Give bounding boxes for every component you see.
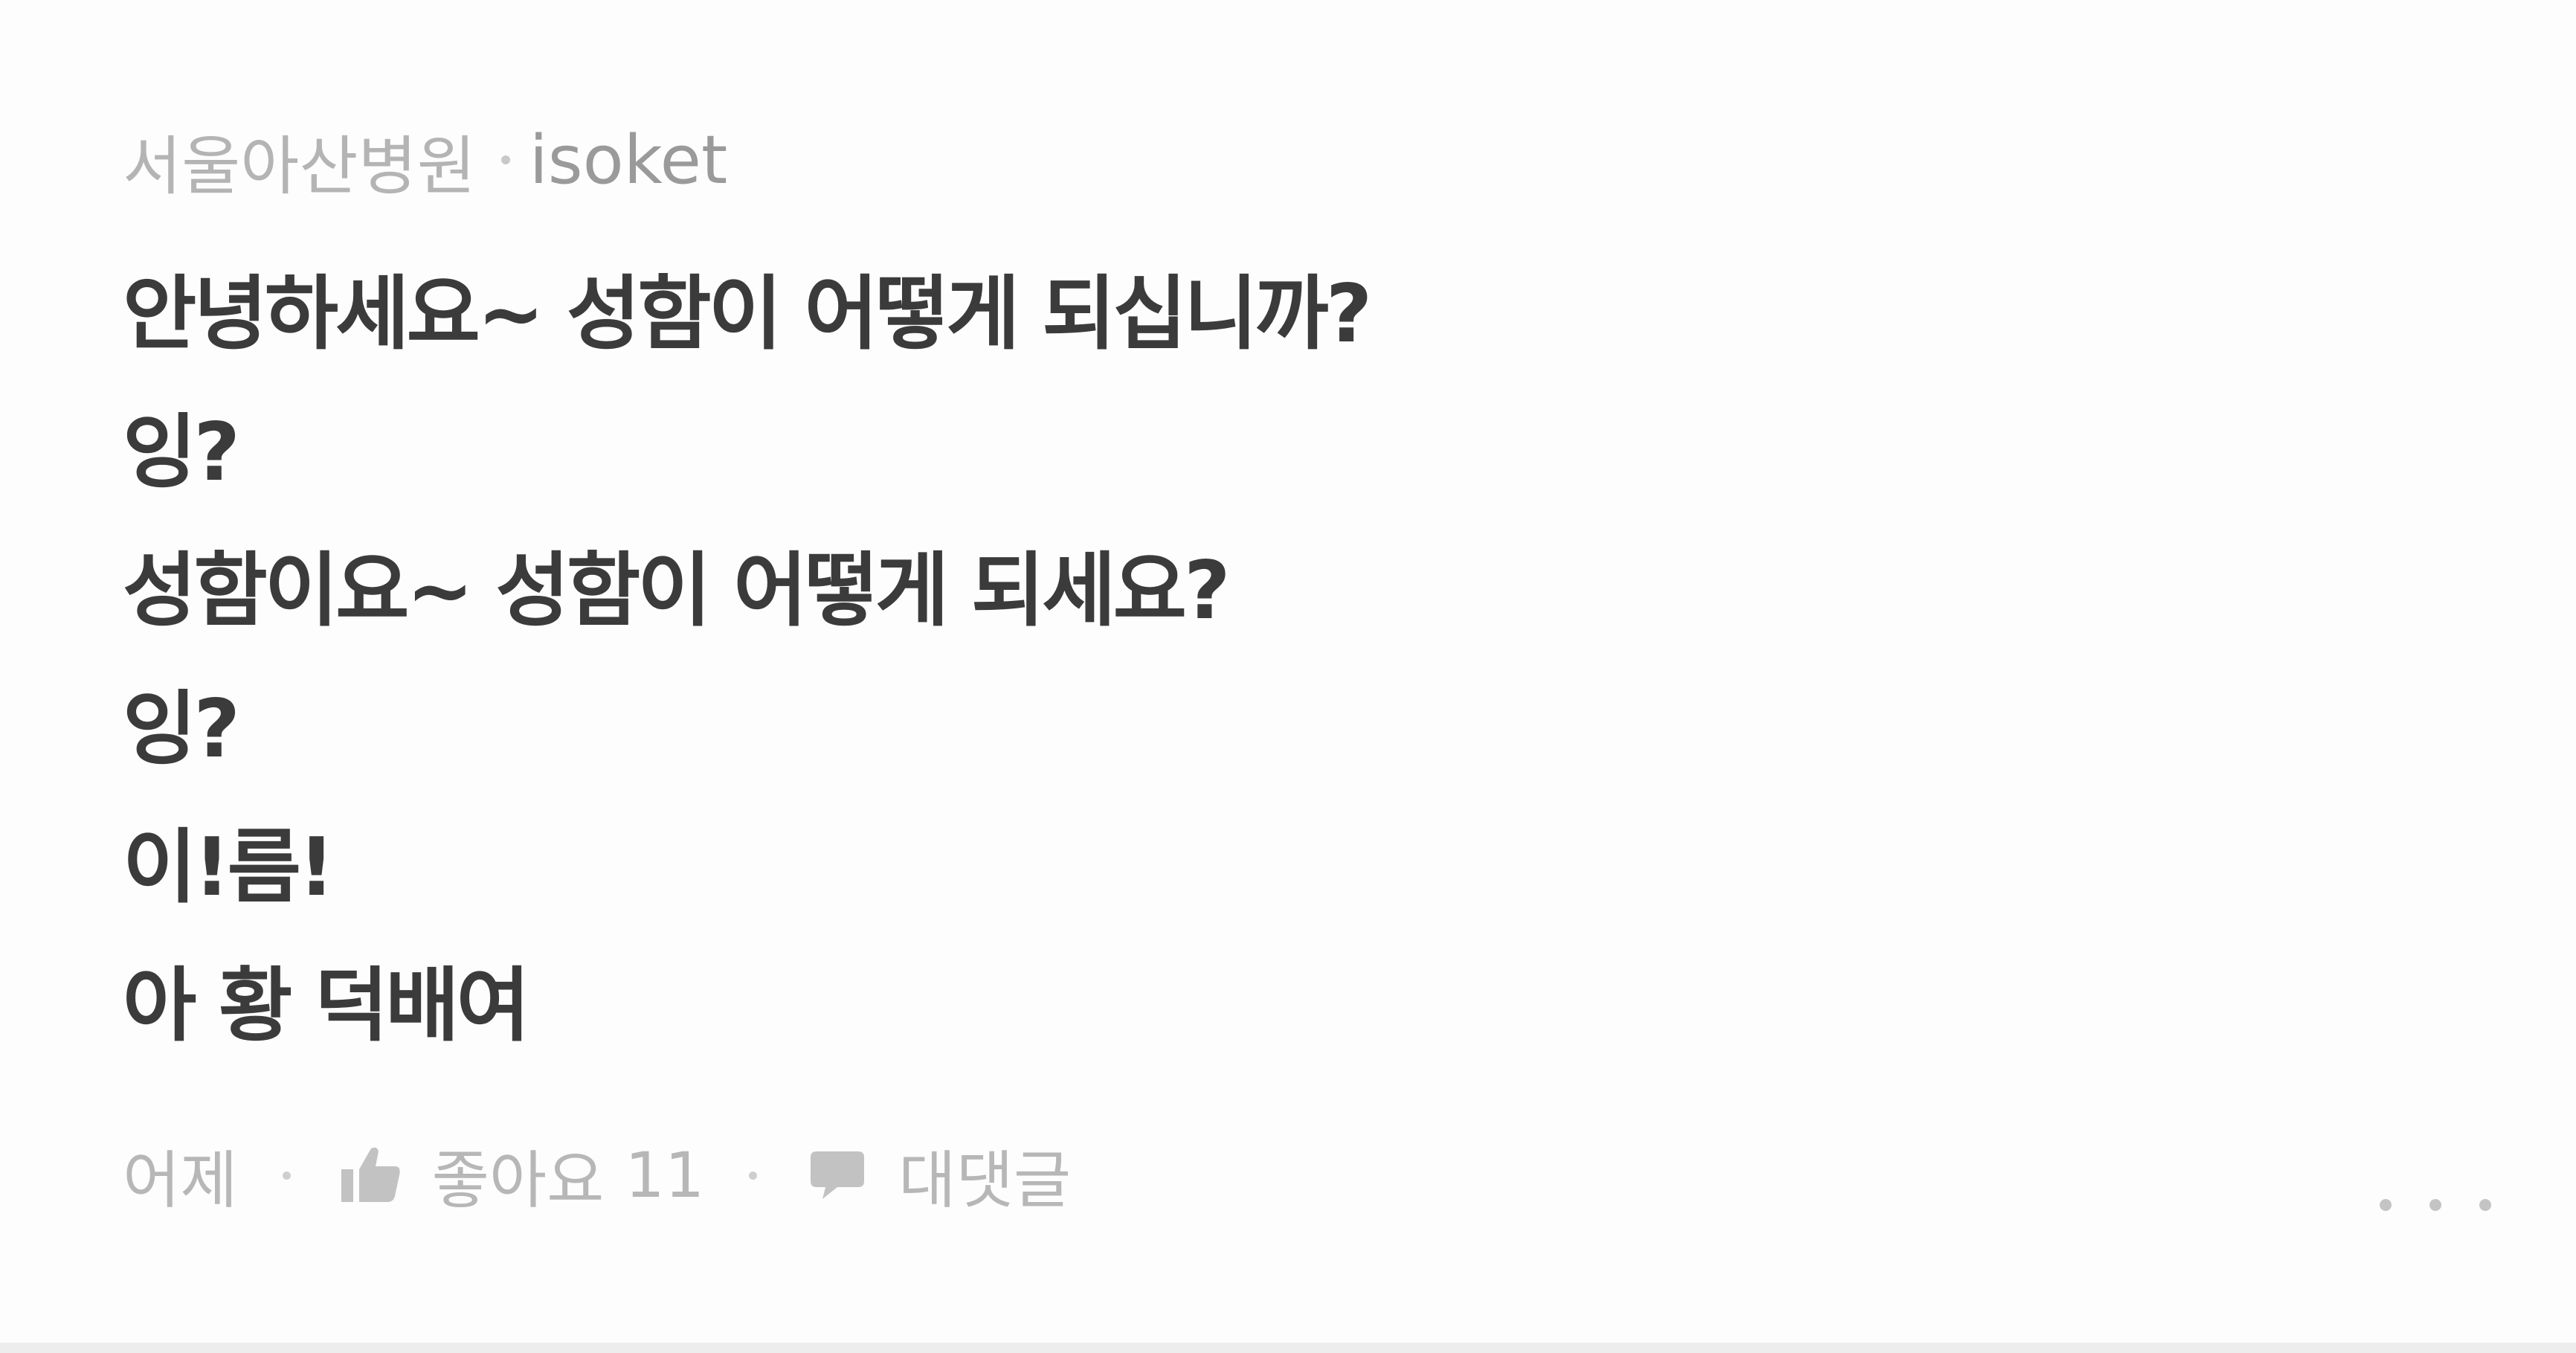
- reply-button[interactable]: 대댓글: [802, 1131, 1071, 1221]
- comment-time: 어제: [123, 1143, 238, 1217]
- comment-line: 잉?: [123, 683, 240, 776]
- comment-page: 서울아산병원 isoket 안녕하세요~ 성함이 어떻게 되십니까? 잉? 성함…: [0, 0, 2576, 1353]
- comment-line: 성함이요~ 성함이 어떻게 되세요?: [123, 544, 1231, 637]
- more-dot: [2380, 1199, 2392, 1211]
- comment-line: 이!름!: [123, 821, 335, 914]
- like-button[interactable]: 좋아요 11: [335, 1131, 705, 1221]
- more-dot: [2430, 1199, 2441, 1211]
- speech-bubble-icon: [802, 1140, 873, 1211]
- more-dot: [2479, 1199, 2491, 1211]
- meta-separator: [500, 155, 510, 164]
- reply-label: 대댓글: [898, 1143, 1072, 1217]
- bottom-divider: [0, 1343, 2576, 1353]
- comment-line: 안녕하세요~ 성함이 어떻게 되십니까?: [123, 268, 1372, 361]
- thumbs-up-icon: [335, 1140, 407, 1211]
- comment-body: 안녕하세요~ 성함이 어떻게 되십니까? 잉? 성함이요~ 성함이 어떻게 되세…: [123, 245, 2488, 1076]
- comment-footer: 어제 좋아요 11 대댓글: [123, 1123, 1071, 1227]
- comment-line: 잉?: [123, 406, 240, 499]
- like-label: 좋아요: [431, 1143, 605, 1217]
- comment-source: 서울아산병원: [123, 129, 476, 204]
- more-dots-icon[interactable]: [2380, 1186, 2491, 1224]
- comment-card: 서울아산병원 isoket 안녕하세요~ 성함이 어떻게 되십니까? 잉? 성함…: [123, 104, 2488, 1076]
- like-count: 11: [625, 1139, 705, 1212]
- comment-author[interactable]: isoket: [529, 121, 728, 199]
- comment-line: 아 황 덕배여: [123, 960, 530, 1052]
- footer-separator: [749, 1171, 758, 1180]
- comment-meta: 서울아산병원 isoket: [123, 104, 2488, 216]
- footer-separator: [282, 1171, 291, 1180]
